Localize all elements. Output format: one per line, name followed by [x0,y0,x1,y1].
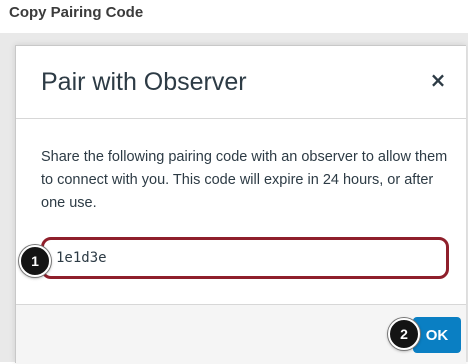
pairing-description: Share the following pairing code with an… [41,149,448,211]
pairing-code-field[interactable]: 1e1d3e [41,237,449,279]
page-heading: Copy Pairing Code [9,4,144,21]
callout-badge-1: 1 [19,245,51,277]
pair-with-observer-dialog: Pair with Observer × Share the following… [15,45,466,364]
dialog-title: Pair with Observer [41,68,247,96]
close-icon[interactable]: × [426,68,450,92]
callout-badge-2: 2 [388,318,420,350]
ok-button[interactable]: OK [413,317,461,353]
dialog-header: Pair with Observer × [16,46,466,119]
pairing-code-value: 1e1d3e [56,250,107,266]
